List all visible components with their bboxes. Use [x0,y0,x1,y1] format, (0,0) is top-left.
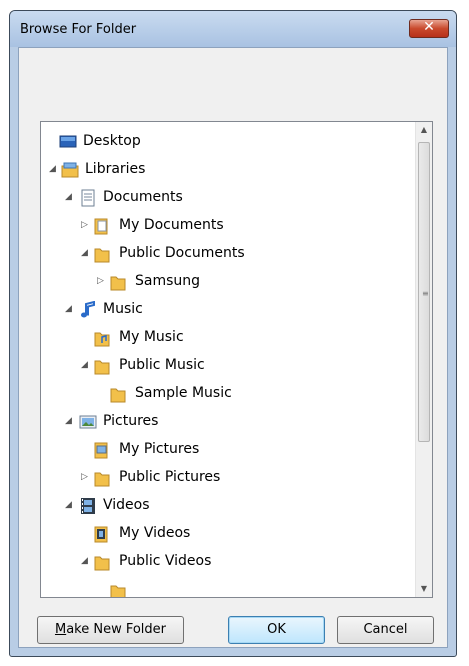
desktop-icon [59,135,77,148]
expanded-arrow-icon[interactable]: ◢ [65,416,75,426]
folder-icon [94,248,110,263]
collapsed-arrow-icon[interactable]: ▷ [81,472,91,482]
tree-item-label: Documents [103,189,183,205]
expanded-arrow-icon[interactable]: ◢ [49,164,59,174]
tree-item-label: My Documents [119,217,224,233]
folder-icon [110,276,126,291]
cancel-button[interactable]: Cancel [337,616,434,644]
expanded-arrow-icon[interactable]: ◢ [65,500,75,510]
videos-library-icon [81,498,95,514]
tree-item-label: Libraries [85,161,146,177]
collapsed-arrow-icon[interactable]: ▷ [97,276,107,286]
vertical-scrollbar[interactable]: ▲ ≡ ▼ [415,122,432,597]
tree-item-label: Desktop [83,133,141,149]
libraries-icon [61,162,79,178]
collapsed-arrow-icon[interactable]: ▷ [81,220,91,230]
pictures-library-icon [79,415,97,429]
folder-icon [110,388,126,403]
folder-tree[interactable]: Desktop ◢ Libraries ◢ Documents ▷ My Doc… [40,121,433,598]
close-button[interactable]: ✕ [409,19,449,38]
scroll-down-icon[interactable]: ▼ [416,581,432,597]
documents-library-icon [81,189,95,207]
tree-item-label: Videos [103,497,150,513]
tree-item-label: Public Pictures [119,469,221,485]
videos-folder-icon [94,526,108,543]
folder-icon [110,585,126,597]
folder-icon [94,360,110,375]
make-new-folder-label: ake New Folder [66,622,167,637]
tree-item-label: My Pictures [119,441,200,457]
expanded-arrow-icon[interactable]: ◢ [65,192,75,202]
pictures-folder-icon [94,442,108,459]
title-bar[interactable]: Browse For Folder ✕ [10,11,456,47]
tree-item-label: My Videos [119,525,191,541]
tree-item-label: Music [103,301,143,317]
cancel-label: Cancel [363,622,408,637]
make-new-folder-button[interactable]: Make New Folder [37,616,184,644]
tree-item-label: Samsung [135,273,201,289]
ok-label: OK [267,622,286,637]
tree-item-label: Sample Music [135,385,232,401]
scroll-up-icon[interactable]: ▲ [416,122,432,138]
expanded-arrow-icon[interactable]: ◢ [65,304,75,314]
documents-folder-icon [94,218,108,235]
expanded-arrow-icon[interactable]: ◢ [81,248,91,258]
folder-icon [94,556,110,571]
tree-item-label: Pictures [103,413,159,429]
expanded-arrow-icon[interactable]: ◢ [81,360,91,370]
ok-button[interactable]: OK [228,616,325,644]
grip-icon: ≡ [422,289,429,298]
mnemonic-letter: M [54,622,67,637]
tree-item-label: Public Documents [119,245,245,261]
expanded-arrow-icon[interactable]: ◢ [81,556,91,566]
scrollbar-thumb[interactable]: ≡ [418,142,430,442]
music-folder-icon [94,332,110,347]
close-icon: ✕ [423,19,435,35]
dialog-title: Browse For Folder [20,22,137,37]
music-library-icon [81,301,95,318]
folder-icon [94,472,110,487]
tree-item-label: Public Videos [119,553,212,569]
tree-item-label: Public Music [119,357,205,373]
tree-item-label: My Music [119,329,184,345]
